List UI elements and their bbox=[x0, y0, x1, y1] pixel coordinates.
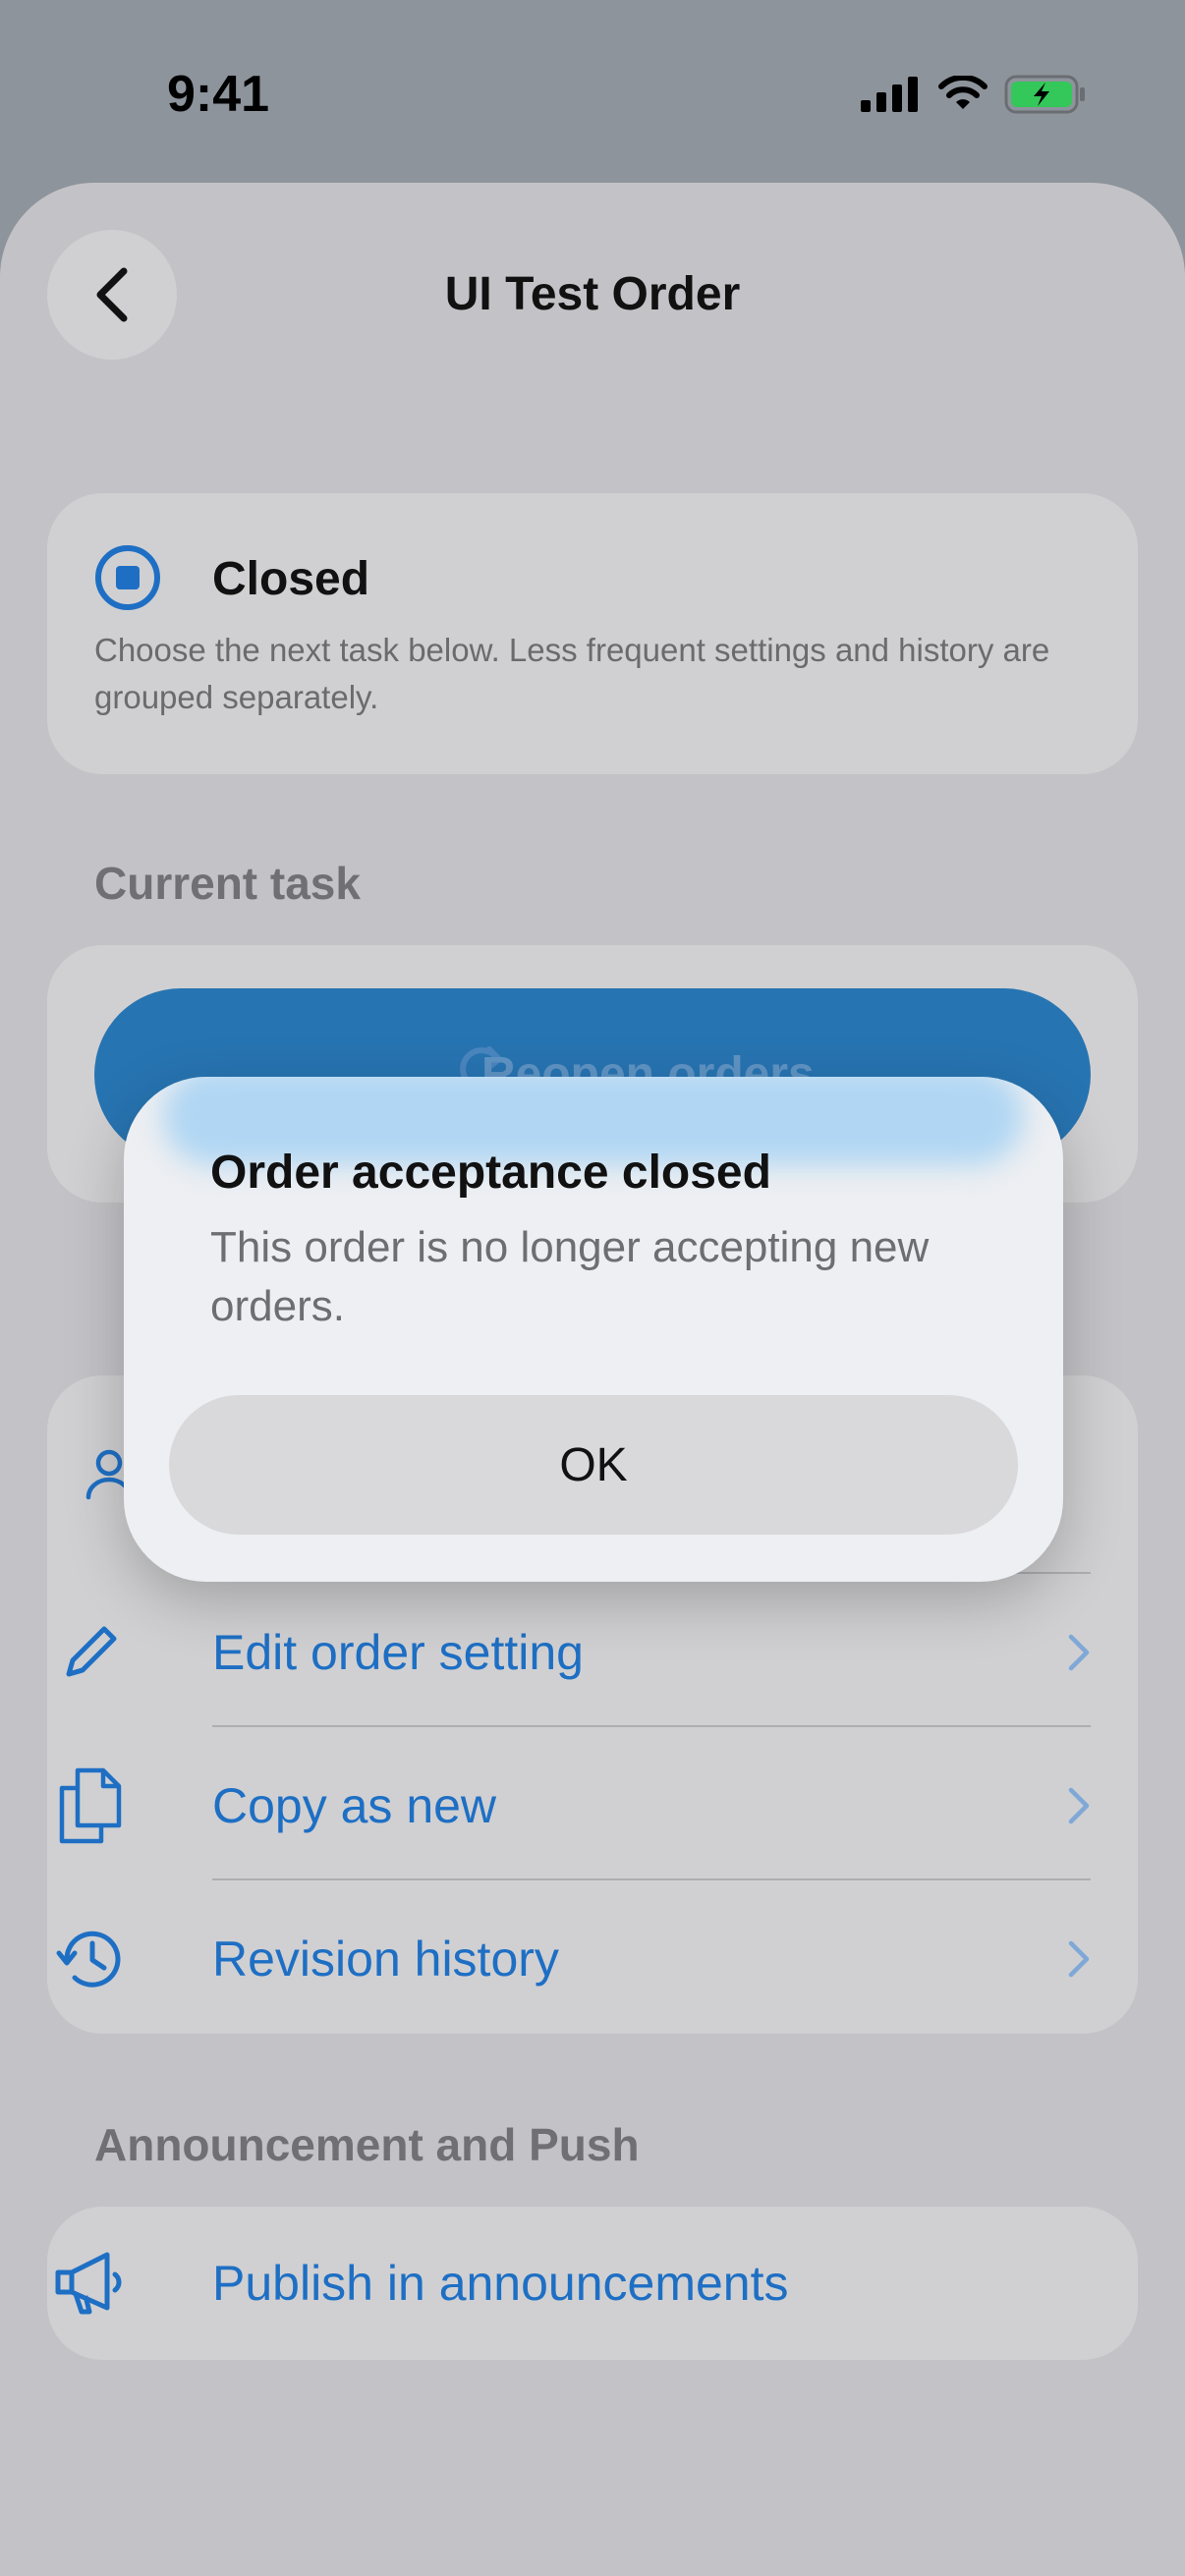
status-bar: 9:41 bbox=[0, 0, 1185, 187]
action-label: Copy as new bbox=[212, 1778, 497, 1833]
chevron-right-icon bbox=[1068, 1787, 1090, 1824]
chevron-right-icon bbox=[1068, 1634, 1090, 1671]
divider bbox=[212, 1725, 1091, 1727]
action-row-copy-as-new[interactable]: Copy as new bbox=[47, 1729, 1091, 1882]
stop-circle-icon bbox=[95, 545, 160, 610]
section-title-current-task: Current task bbox=[94, 858, 361, 909]
ok-button[interactable]: OK bbox=[169, 1395, 1018, 1535]
signal-icon bbox=[861, 77, 918, 112]
status-title: Closed bbox=[212, 553, 370, 605]
alert-dialog: Order acceptance closed This order is no… bbox=[124, 1077, 1063, 1582]
dialog-title: Order acceptance closed bbox=[210, 1147, 771, 1199]
copy-icon bbox=[59, 1767, 122, 1844]
action-row-revision-history[interactable]: Revision history bbox=[47, 1882, 1091, 2036]
action-label: Edit order setting bbox=[212, 1625, 584, 1680]
page-title: UI Test Order bbox=[444, 268, 741, 320]
status-icons bbox=[861, 75, 1087, 114]
action-row-edit-order-setting[interactable]: Edit order setting bbox=[47, 1576, 1091, 1729]
battery-charging-icon bbox=[1004, 75, 1085, 114]
publish-announcement-row[interactable]: Publish in announcements bbox=[47, 2207, 1091, 2360]
action-label: Revision history bbox=[212, 1932, 559, 1987]
section-title-announcement: Announcement and Push bbox=[94, 2119, 640, 2170]
wifi-icon bbox=[938, 76, 988, 109]
history-icon bbox=[56, 1931, 121, 1988]
status-time: 9:41 bbox=[167, 66, 270, 123]
status-description: Choose the next task below. Less frequen… bbox=[94, 632, 1050, 715]
divider bbox=[212, 1878, 1091, 1880]
dialog-message: This order is no longer accepting new or… bbox=[210, 1223, 930, 1330]
publish-announcement-label: Publish in announcements bbox=[212, 2256, 789, 2311]
pencil-icon bbox=[66, 1626, 117, 1677]
status-card: Closed Choose the next task below. Less … bbox=[47, 493, 1138, 774]
chevron-right-icon bbox=[1068, 1940, 1090, 1978]
megaphone-icon bbox=[55, 2252, 122, 2315]
